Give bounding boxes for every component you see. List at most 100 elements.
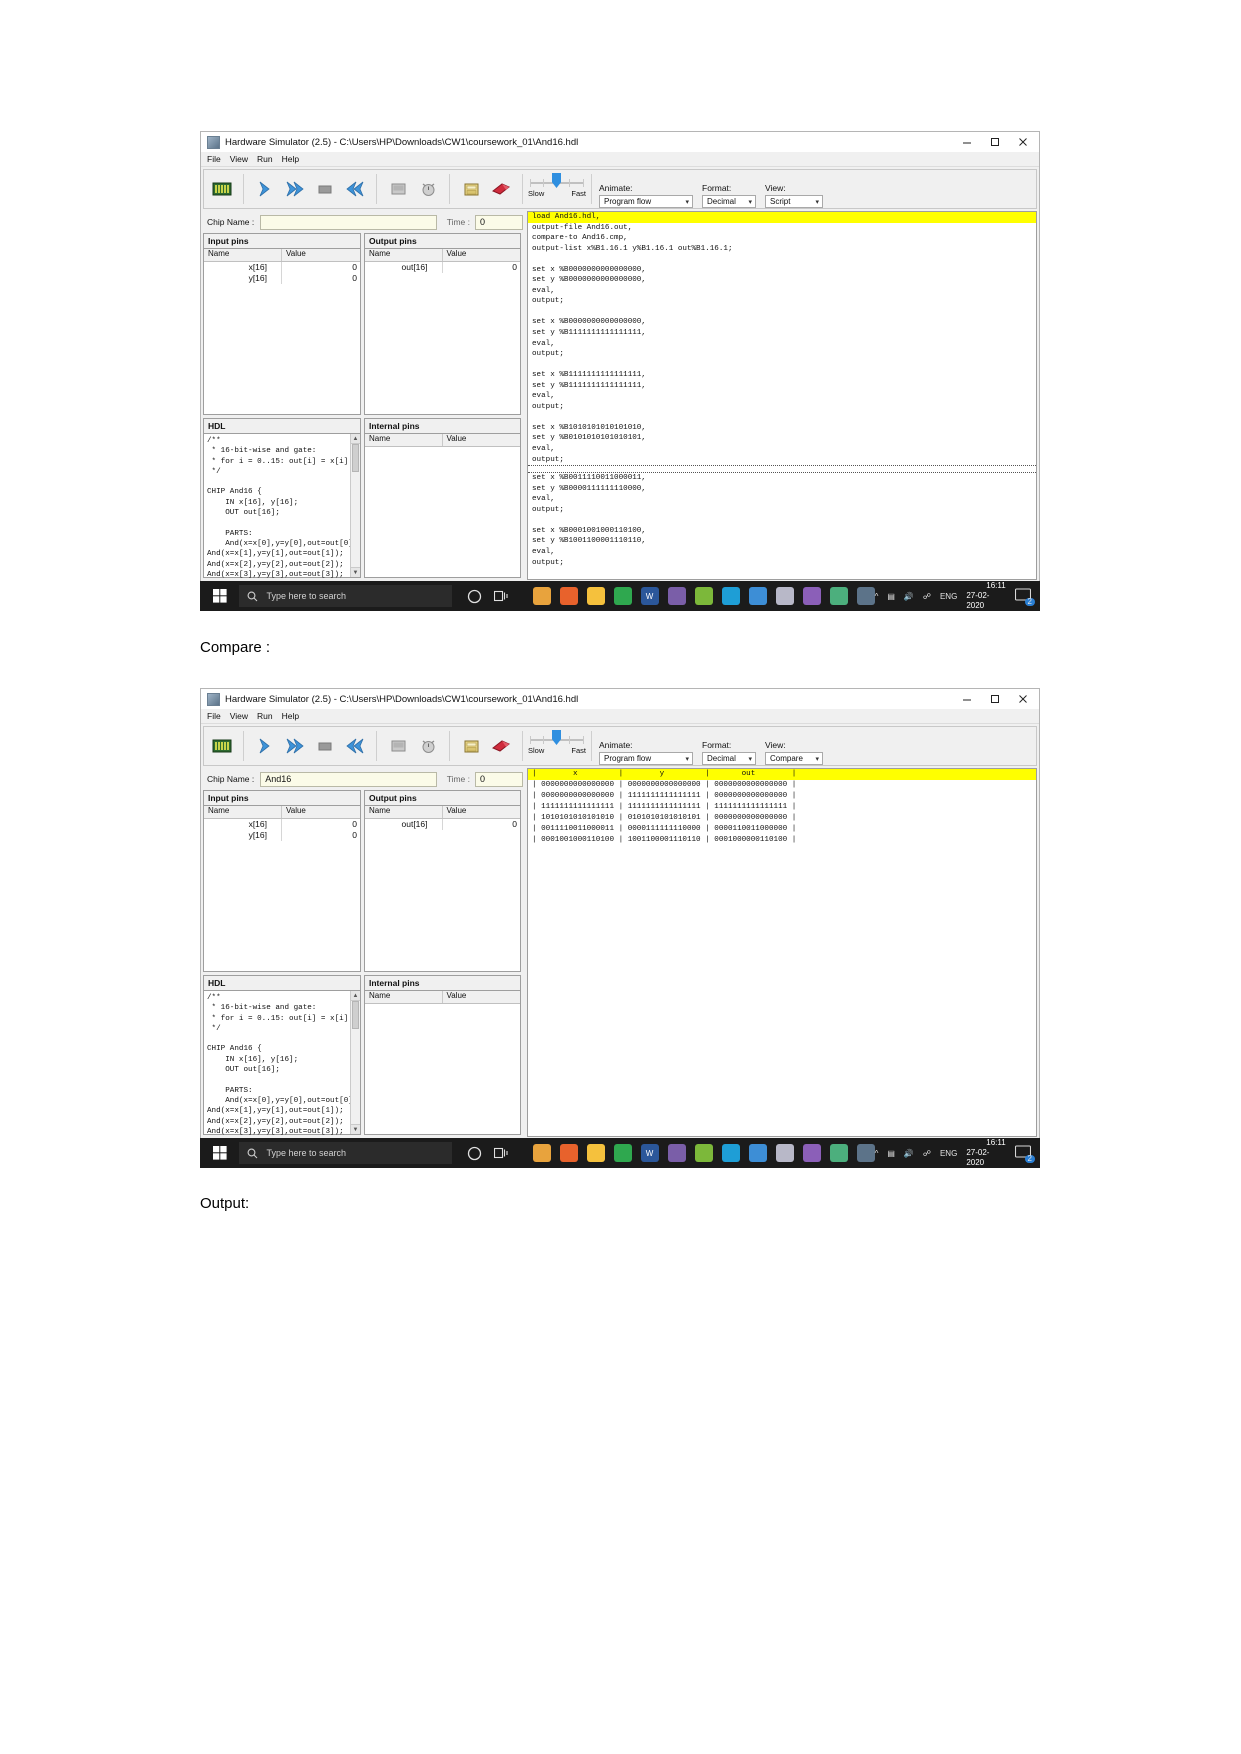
chip-icon[interactable] (207, 174, 237, 204)
chrome-icon[interactable] (532, 1144, 551, 1162)
cortana-circle-icon[interactable] (466, 587, 484, 605)
action-center-icon[interactable]: 2 (1014, 1145, 1035, 1163)
firefox-icon[interactable] (559, 1144, 578, 1162)
speed-thumb[interactable] (552, 730, 561, 745)
view-select[interactable]: Compare ▾ (765, 752, 823, 765)
menu-run[interactable]: Run (257, 154, 273, 164)
format-control[interactable]: Format: Decimal ▾ (702, 740, 756, 765)
format-select[interactable]: Decimal ▾ (702, 752, 756, 765)
photos-icon[interactable] (748, 1144, 767, 1162)
format-control[interactable]: Format: Decimal ▾ (702, 183, 756, 208)
menu-view[interactable]: View (230, 711, 248, 721)
clock-icon[interactable] (413, 731, 443, 761)
save-icon[interactable] (456, 731, 486, 761)
format-select[interactable]: Decimal ▾ (702, 195, 756, 208)
table-row[interactable]: out[16] 0 (365, 262, 520, 273)
toolbar[interactable]: Slow Fast Animate: Program flow ▾ Format… (203, 726, 1037, 766)
hdl-code[interactable]: /** * 16-bit-wise and gate: * for i = 0.… (204, 434, 360, 580)
scroll-down-icon[interactable]: ▼ (351, 1124, 360, 1134)
media-player-icon[interactable] (667, 587, 686, 605)
table-row[interactable]: out[16] 0 (365, 819, 520, 830)
menu-help[interactable]: Help (282, 711, 299, 721)
menu-view[interactable]: View (230, 154, 248, 164)
table-row[interactable]: y[16] 0 (204, 273, 360, 284)
task-view-icon[interactable] (493, 587, 511, 605)
browser-globe-icon[interactable] (613, 1144, 632, 1162)
rewind-icon[interactable] (340, 174, 370, 204)
clock[interactable]: 16:11 27-02-2020 (966, 581, 1005, 611)
bookmark-icon[interactable] (486, 731, 516, 761)
task-view-icon[interactable] (493, 1144, 511, 1162)
double-arrow-icon[interactable] (280, 174, 310, 204)
media-player-icon[interactable] (667, 1144, 686, 1162)
maximize-icon[interactable] (981, 132, 1009, 152)
clock-icon[interactable] (413, 174, 443, 204)
show-hidden-icons-chevron[interactable]: ^ (875, 592, 879, 601)
script-highlighted-line[interactable]: load And16.hdl, (528, 212, 1036, 223)
input-pin-value[interactable]: 0 (282, 262, 360, 273)
script-body-before-cursor[interactable]: output-file And16.out, compare-to And16.… (528, 223, 1036, 466)
show-hidden-icons-chevron[interactable]: ^ (875, 1149, 879, 1158)
utorrent-icon[interactable] (694, 587, 713, 605)
hdl-code[interactable]: /** * 16-bit-wise and gate: * for i = 0.… (204, 991, 360, 1137)
rewind-icon[interactable] (340, 731, 370, 761)
menu-bar[interactable]: File View Run Help (201, 152, 1039, 167)
hdl-scrollbar[interactable]: ▲ ▼ (350, 991, 360, 1134)
speed-track[interactable] (530, 173, 584, 188)
compare-pane[interactable]: | x | y | out | | 0000000000000000 | 000… (527, 768, 1037, 1137)
input-pin-value[interactable]: 0 (282, 819, 360, 830)
save-icon[interactable] (456, 174, 486, 204)
title-bar[interactable]: Hardware Simulator (2.5) - C:\Users\HP\D… (201, 689, 1039, 709)
close-icon[interactable] (1009, 132, 1037, 152)
word-icon[interactable]: W (640, 1144, 659, 1162)
language-indicator[interactable]: ENG (940, 592, 957, 601)
input-pin-value[interactable]: 0 (282, 830, 360, 841)
animate-select[interactable]: Program flow ▾ (599, 195, 693, 208)
chrome-icon[interactable] (532, 587, 551, 605)
speed-slider[interactable]: Slow Fast (526, 170, 588, 208)
language-indicator[interactable]: ENG (940, 1149, 957, 1158)
speed-slider[interactable]: Slow Fast (526, 727, 588, 765)
bookmark-icon[interactable] (486, 174, 516, 204)
hdl-scrollbar[interactable]: ▲ ▼ (350, 434, 360, 577)
search-input[interactable]: Type here to search (239, 585, 452, 607)
java-icon[interactable] (775, 587, 794, 605)
script-icon[interactable] (383, 731, 413, 761)
firefox-icon[interactable] (559, 587, 578, 605)
browser-globe-icon[interactable] (613, 587, 632, 605)
table-row[interactable]: x[16] 0 (204, 262, 360, 273)
title-bar[interactable]: Hardware Simulator (2.5) - C:\Users\HP\D… (201, 132, 1039, 152)
menu-file[interactable]: File (207, 711, 221, 721)
scroll-up-icon[interactable]: ▲ (351, 991, 360, 1001)
stop-square-icon[interactable] (310, 731, 340, 761)
antivirus-icon[interactable] (802, 587, 821, 605)
edge-icon[interactable] (721, 1144, 740, 1162)
battery-icon[interactable]: ▤ (887, 592, 895, 601)
single-arrow-icon[interactable] (250, 731, 280, 761)
clock[interactable]: 16:11 27-02-2020 (966, 1138, 1005, 1168)
animate-control[interactable]: Animate: Program flow ▾ (599, 740, 693, 765)
taskbar[interactable]: Type here to search W ^ ▤ 🔊 ☍ ENG 16:11 … (200, 581, 1040, 611)
window-controls[interactable] (953, 689, 1037, 709)
animate-select[interactable]: Program flow ▾ (599, 752, 693, 765)
view-control[interactable]: View: Script ▾ (765, 183, 823, 208)
network-icon[interactable]: ☍ (923, 592, 931, 601)
window-controls[interactable] (953, 132, 1037, 152)
cortana-circle-icon[interactable] (466, 1144, 484, 1162)
script-body-after-cursor[interactable]: set x %B0011110011000011, set y %B000011… (528, 473, 1036, 568)
hardware-sim-icon[interactable] (856, 587, 875, 605)
java-icon[interactable] (775, 1144, 794, 1162)
battery-icon[interactable]: ▤ (887, 1149, 895, 1158)
chip-name-input[interactable] (260, 214, 437, 230)
speed-track[interactable] (530, 730, 584, 745)
network-icon[interactable]: ☍ (923, 1149, 931, 1158)
antivirus-icon[interactable] (802, 1144, 821, 1162)
edge-icon[interactable] (721, 587, 740, 605)
view-select[interactable]: Script ▾ (765, 195, 823, 208)
word-icon[interactable]: W (640, 587, 659, 605)
file-explorer-icon[interactable] (586, 587, 605, 605)
file-explorer-icon[interactable] (586, 1144, 605, 1162)
animate-control[interactable]: Animate: Program flow ▾ (599, 183, 693, 208)
toolbar[interactable]: Slow Fast Animate: Program flow ▾ Format… (203, 169, 1037, 209)
table-row[interactable]: x[16] 0 (204, 819, 360, 830)
